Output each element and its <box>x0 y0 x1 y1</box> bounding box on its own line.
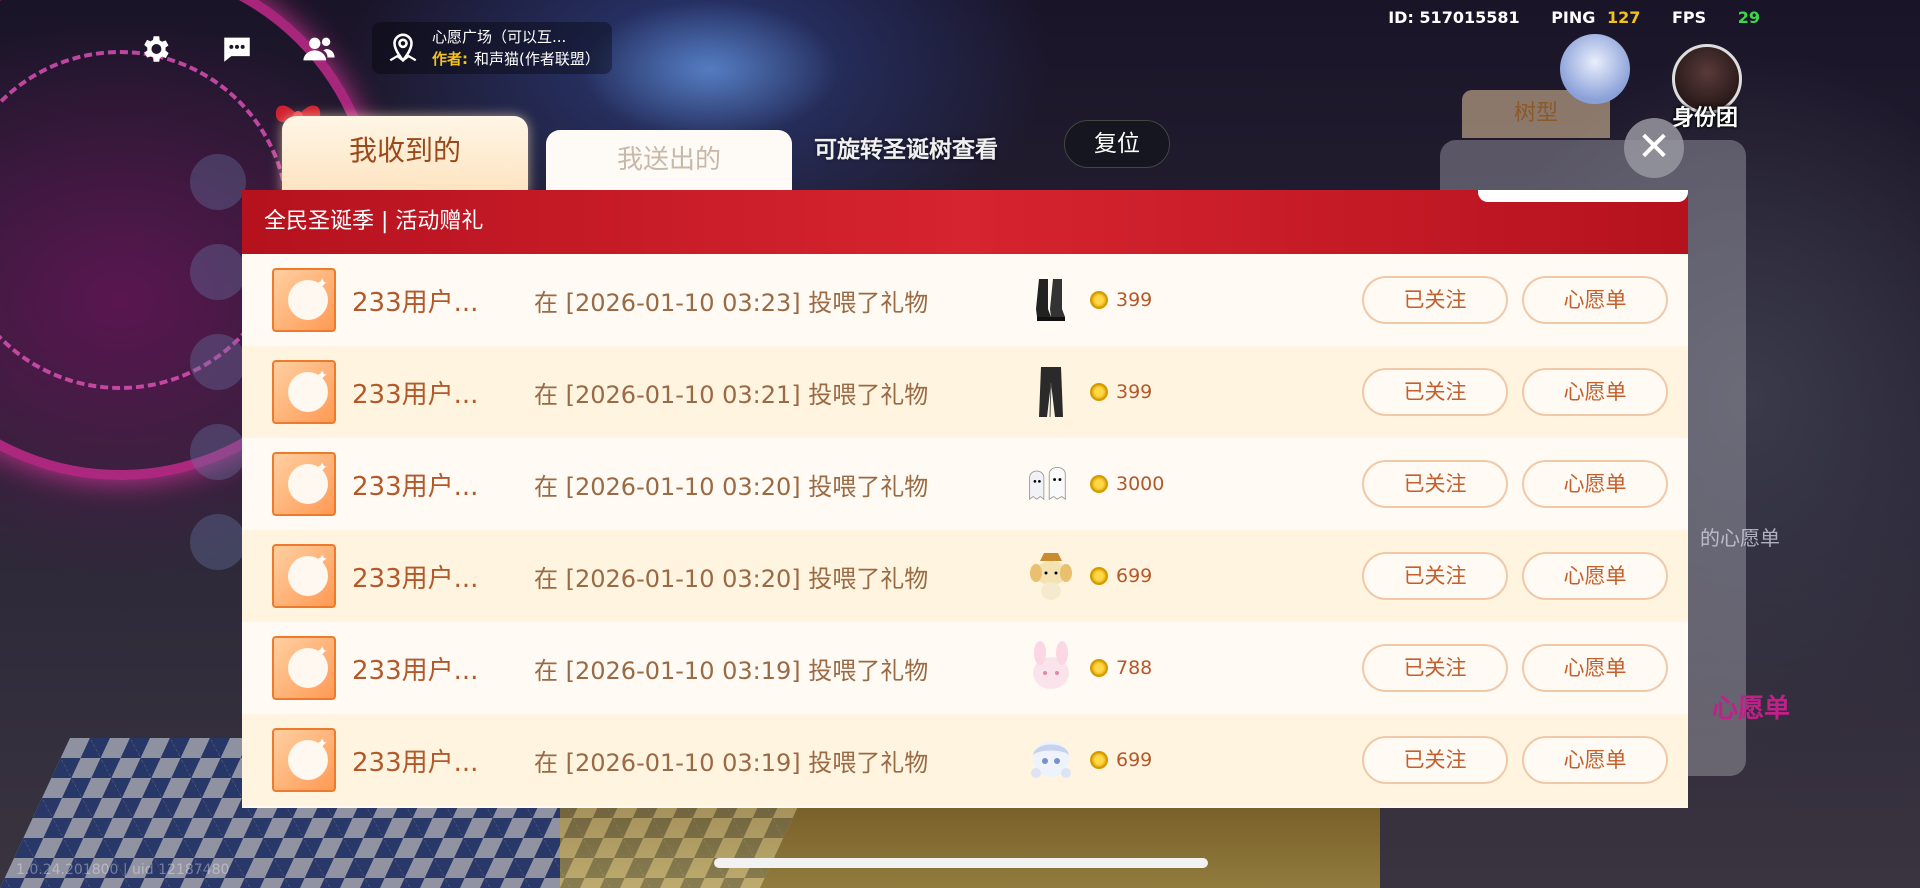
user-avatar[interactable] <box>272 452 336 516</box>
coin-icon <box>1090 751 1108 769</box>
friends-icon[interactable] <box>294 24 344 74</box>
coin-icon <box>1090 475 1108 493</box>
gift-pants-icon <box>1026 364 1076 420</box>
followed-button[interactable]: 已关注 <box>1362 552 1508 600</box>
gift-boots-icon <box>1026 272 1076 328</box>
user-name[interactable]: 233用户... <box>352 558 478 595</box>
gift-record-row: 233用户... 在 [2026-01-10 03:20] 投喂了礼物 699 已关注… <box>242 530 1688 622</box>
user-avatar[interactable] <box>272 544 336 608</box>
user-avatar[interactable] <box>272 728 336 792</box>
gift-ghost-pets-icon <box>1026 456 1076 512</box>
wishlist-button[interactable]: 心愿单 <box>1522 368 1668 416</box>
wishlist-button[interactable]: 心愿单 <box>1522 276 1668 324</box>
user-name[interactable]: 233用户... <box>352 374 478 411</box>
user-name[interactable]: 233用户... <box>352 742 478 779</box>
user-name[interactable]: 233用户... <box>352 650 478 687</box>
gift-doll-head-icon <box>1026 732 1076 788</box>
chat-icon[interactable] <box>212 24 262 74</box>
gift-description: 在 [2026-01-10 03:19] 投喂了礼物 <box>534 748 929 777</box>
gift-description: 在 [2026-01-10 03:20] 投喂了礼物 <box>534 564 929 593</box>
gift-record-list: 233用户... 在 [2026-01-10 03:23] 投喂了礼物 399 已关注… <box>242 254 1688 806</box>
author-label: 作者: <box>432 50 468 68</box>
version-text: 1.0.24.201800 | uid 12187480 <box>16 862 230 878</box>
wishlist-button[interactable]: 心愿单 <box>1522 552 1668 600</box>
wishlist-button[interactable]: 心愿单 <box>1522 460 1668 508</box>
fps-label: FPS <box>1671 8 1707 27</box>
snow-decoration <box>1478 190 1688 202</box>
fps-value: 29 <box>1737 8 1760 27</box>
wishlist-label: 的心愿单 <box>1700 526 1780 550</box>
wishlist-button[interactable]: 心愿单 <box>1522 736 1668 784</box>
gift-price: 3000 <box>1116 473 1165 495</box>
followed-button[interactable]: 已关注 <box>1362 644 1508 692</box>
followed-button[interactable]: 已关注 <box>1362 276 1508 324</box>
network-stats: ID: 517015581 PING 127 FPS 29 <box>1382 8 1760 27</box>
modal-header: 全民圣诞季 | 活动赠礼 <box>242 190 1688 254</box>
gift-description: 在 [2026-01-10 03:23] 投喂了礼物 <box>534 288 929 317</box>
gift-price: 399 <box>1116 289 1153 311</box>
gift-description: 在 [2026-01-10 03:19] 投喂了礼物 <box>534 656 929 685</box>
coin-icon <box>1090 291 1108 309</box>
followed-button[interactable]: 已关注 <box>1362 368 1508 416</box>
user-name[interactable]: 233用户... <box>352 282 478 319</box>
gift-description: 在 [2026-01-10 03:21] 投喂了礼物 <box>534 380 929 409</box>
ping-label: PING <box>1551 8 1596 27</box>
gift-dog-plush-icon <box>1026 548 1076 604</box>
coin-icon <box>1090 659 1108 677</box>
coin-icon <box>1090 383 1108 401</box>
user-name[interactable]: 233用户... <box>352 466 478 503</box>
rotate-tree-hint: 可旋转圣诞树查看 <box>814 137 998 163</box>
gift-record-row: 233用户... 在 [2026-01-10 03:19] 投喂了礼物 699 已关注… <box>242 714 1688 806</box>
player-avatar[interactable] <box>1560 34 1630 104</box>
location-title: 心愿广场（可以互... <box>432 28 567 46</box>
gift-bunny-hat-icon <box>1026 640 1076 696</box>
gift-record-row: 233用户... 在 [2026-01-10 03:23] 投喂了礼物 399 已关注… <box>242 254 1688 346</box>
identity-label: 身份团 <box>1672 106 1739 131</box>
gift-record-row: 233用户... 在 [2026-01-10 03:20] 投喂了礼物 3000 已关… <box>242 438 1688 530</box>
gift-price: 399 <box>1116 381 1153 403</box>
author-name: 和声猫(作者联盟） <box>474 50 600 68</box>
modal-title: 全民圣诞季 | 活动赠礼 <box>264 209 484 234</box>
christmas-tree-glow <box>580 0 840 140</box>
wishlist-button[interactable]: 心愿单 <box>1522 644 1668 692</box>
gift-price: 788 <box>1116 657 1153 679</box>
user-avatar[interactable] <box>272 636 336 700</box>
reset-button[interactable]: 复位 <box>1064 120 1170 168</box>
gear-icon[interactable] <box>130 24 180 74</box>
tab-sent[interactable]: 我送出的 <box>546 130 792 194</box>
gift-record-row: 233用户... 在 [2026-01-10 03:21] 投喂了礼物 399 已关注… <box>242 346 1688 438</box>
close-button[interactable]: ✕ <box>1624 118 1684 178</box>
followed-button[interactable]: 已关注 <box>1362 736 1508 784</box>
location-icon[interactable] <box>378 24 428 74</box>
location-author: 作者: 和声猫(作者联盟） <box>432 48 600 69</box>
gift-description: 在 [2026-01-10 03:20] 投喂了礼物 <box>534 472 929 501</box>
followed-button[interactable]: 已关注 <box>1362 460 1508 508</box>
tab-received[interactable]: 我收到的 <box>282 116 528 194</box>
user-id: ID: 517015581 <box>1388 8 1520 27</box>
wishlist-big-label: 心愿单 <box>1712 694 1791 724</box>
ping-value: 127 <box>1606 8 1641 27</box>
user-avatar[interactable] <box>272 268 336 332</box>
gift-price: 699 <box>1116 565 1153 587</box>
gift-price: 699 <box>1116 749 1153 771</box>
gift-record-row: 233用户... 在 [2026-01-10 03:19] 投喂了礼物 788 已关注… <box>242 622 1688 714</box>
gold-floor <box>560 798 1380 888</box>
gift-records-modal: 全民圣诞季 | 活动赠礼 233用户... 在 [2026-01-10 03:23… <box>242 190 1688 808</box>
coin-icon <box>1090 567 1108 585</box>
home-indicator[interactable] <box>714 858 1208 868</box>
user-avatar[interactable] <box>272 360 336 424</box>
